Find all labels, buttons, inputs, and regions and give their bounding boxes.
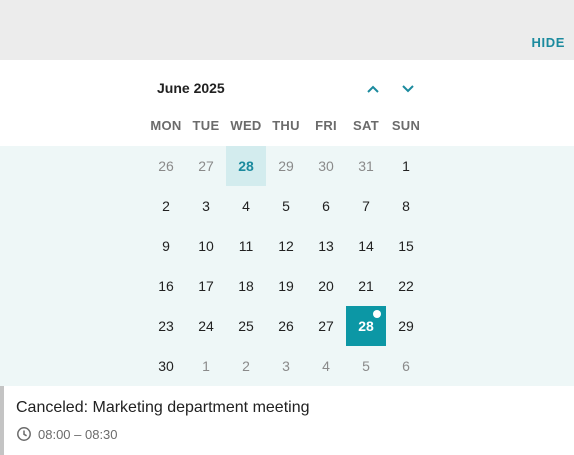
- clock-icon: [16, 426, 32, 442]
- weekday-fri: FRI: [315, 118, 337, 133]
- event-time: 08:00 – 08:30: [38, 426, 118, 442]
- event-card[interactable]: Canceled: Marketing department meeting 0…: [0, 386, 574, 455]
- calendar-day[interactable]: 19: [266, 266, 306, 306]
- calendar-day[interactable]: 12: [266, 226, 306, 266]
- next-month-button[interactable]: [398, 79, 418, 99]
- calendar-day[interactable]: 26: [266, 306, 306, 346]
- calendar-day[interactable]: 8: [386, 186, 426, 226]
- calendar-day[interactable]: 14: [346, 226, 386, 266]
- calendar-day[interactable]: 10: [186, 226, 226, 266]
- weekday-tue: TUE: [192, 118, 220, 133]
- calendar-day[interactable]: 26: [146, 146, 186, 186]
- calendar-day[interactable]: 18: [226, 266, 266, 306]
- calendar-day[interactable]: 2: [226, 346, 266, 386]
- calendar-day[interactable]: 23: [146, 306, 186, 346]
- calendar-day[interactable]: 31: [346, 146, 386, 186]
- weekday-header: MON TUE WED THU FRI SAT SUN: [146, 118, 426, 134]
- calendar-day[interactable]: 25: [226, 306, 266, 346]
- calendar-day[interactable]: 9: [146, 226, 186, 266]
- calendar-day[interactable]: 30: [306, 146, 346, 186]
- calendar-day-selected[interactable]: 28: [346, 306, 386, 346]
- calendar-grid-area: 26 27 28 29 30 31 1 2 3 4 5 6 7 8 9 10 1…: [0, 146, 574, 386]
- top-bar: HIDE: [0, 0, 574, 60]
- calendar-day[interactable]: 29: [386, 306, 426, 346]
- calendar-day[interactable]: 1: [186, 346, 226, 386]
- calendar-day[interactable]: 11: [226, 226, 266, 266]
- calendar-day[interactable]: 30: [146, 346, 186, 386]
- calendar-day[interactable]: 27: [186, 146, 226, 186]
- calendar-day-highlighted[interactable]: 28: [226, 146, 266, 186]
- calendar-day[interactable]: 4: [306, 346, 346, 386]
- calendar-day[interactable]: 7: [346, 186, 386, 226]
- weekday-sat: SAT: [353, 118, 379, 133]
- calendar-day[interactable]: 1: [386, 146, 426, 186]
- previous-month-button[interactable]: [363, 79, 383, 99]
- calendar-day[interactable]: 2: [146, 186, 186, 226]
- calendar-day[interactable]: 5: [346, 346, 386, 386]
- calendar-day[interactable]: 5: [266, 186, 306, 226]
- chevron-down-icon: [402, 85, 414, 93]
- calendar-header: June 2025 MON TUE WED THU FRI SAT SUN: [0, 60, 574, 146]
- chevron-up-icon: [367, 85, 379, 93]
- calendar-day[interactable]: 17: [186, 266, 226, 306]
- event-indicator-dot: [373, 310, 381, 318]
- calendar-day[interactable]: 22: [386, 266, 426, 306]
- month-label: June 2025: [157, 80, 225, 96]
- calendar-day[interactable]: 20: [306, 266, 346, 306]
- calendar-day[interactable]: 15: [386, 226, 426, 266]
- weekday-thu: THU: [272, 118, 300, 133]
- calendar-day[interactable]: 29: [266, 146, 306, 186]
- calendar-day[interactable]: 4: [226, 186, 266, 226]
- event-title: Canceled: Marketing department meeting: [16, 399, 310, 416]
- weekday-wed: WED: [230, 118, 262, 133]
- weekday-mon: MON: [150, 118, 182, 133]
- calendar-day[interactable]: 16: [146, 266, 186, 306]
- calendar-grid: 26 27 28 29 30 31 1 2 3 4 5 6 7 8 9 10 1…: [146, 146, 426, 386]
- calendar-day[interactable]: 6: [306, 186, 346, 226]
- calendar-day[interactable]: 24: [186, 306, 226, 346]
- hide-button[interactable]: HIDE: [532, 35, 565, 50]
- selected-day-number: 28: [358, 318, 374, 334]
- calendar-day[interactable]: 27: [306, 306, 346, 346]
- calendar-day[interactable]: 13: [306, 226, 346, 266]
- calendar-day[interactable]: 6: [386, 346, 426, 386]
- weekday-sun: SUN: [391, 118, 421, 133]
- event-status-bar: [0, 386, 4, 455]
- event-time-row: 08:00 – 08:30: [16, 426, 118, 442]
- calendar-day[interactable]: 3: [266, 346, 306, 386]
- calendar-day[interactable]: 21: [346, 266, 386, 306]
- calendar-day[interactable]: 3: [186, 186, 226, 226]
